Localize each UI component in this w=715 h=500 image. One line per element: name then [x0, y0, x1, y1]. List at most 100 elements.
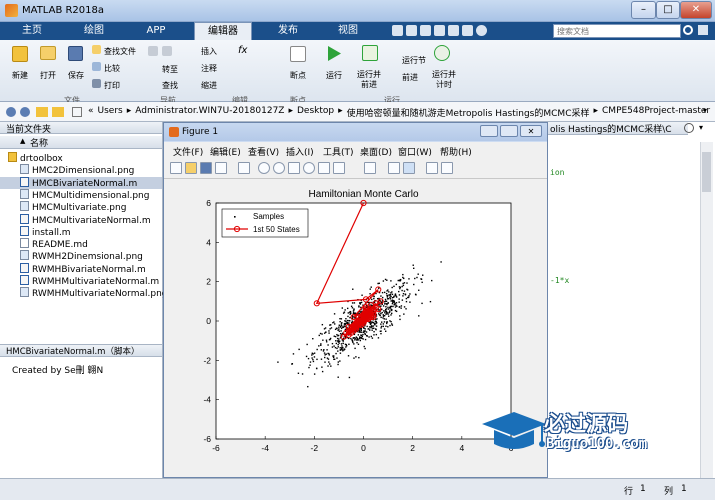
file-list-item[interactable]: HMCBivariateNormal.m	[0, 176, 162, 190]
editor-help-icon[interactable]	[684, 123, 694, 133]
comment-button[interactable]: 注释	[201, 63, 217, 74]
menu-help[interactable]: 帮助(H)	[440, 145, 472, 158]
forward-icon[interactable]	[162, 46, 172, 56]
nav-back-icon[interactable]	[6, 107, 16, 117]
find-button[interactable]: 查找	[162, 80, 178, 91]
copy-icon[interactable]	[420, 25, 431, 36]
fx-icon[interactable]: fx	[238, 45, 247, 56]
breadcrumb-admin[interactable]: Administrator.WIN7U-20180127Z	[135, 106, 284, 119]
save-button[interactable]: 保存	[68, 70, 84, 81]
advance-button[interactable]: 前进	[402, 72, 418, 83]
cut-icon[interactable]	[406, 25, 417, 36]
run-button[interactable]: 运行	[326, 70, 342, 81]
figure-minimize-button[interactable]	[480, 125, 498, 137]
address-dropdown-icon[interactable]: ▾	[703, 106, 707, 115]
run-time-icon[interactable]	[434, 45, 450, 61]
hide-plot-tools-icon[interactable]	[426, 162, 438, 174]
zoom-out-icon[interactable]	[273, 162, 285, 174]
file-list-item[interactable]: HMCMultidimensional.png	[8, 188, 149, 202]
file-list-item[interactable]: drtoolbox	[8, 152, 63, 165]
open-folder-icon[interactable]	[40, 46, 56, 60]
run-time-button[interactable]: 运行并计时	[430, 70, 458, 90]
save-figure-icon[interactable]	[200, 162, 212, 174]
pan-icon[interactable]	[288, 162, 300, 174]
maximize-button[interactable]: □	[656, 1, 680, 19]
insert-button[interactable]: 插入	[201, 46, 217, 57]
open-button[interactable]: 打开	[40, 70, 56, 81]
print-button[interactable]: 打印	[104, 80, 120, 91]
menu-desktop[interactable]: 桌面(D)	[360, 145, 392, 158]
file-list-item[interactable]: install.m	[8, 225, 71, 239]
browse-folder-icon[interactable]	[52, 107, 64, 117]
indent-button[interactable]: 缩进	[201, 80, 217, 91]
datatip-icon[interactable]	[318, 162, 330, 174]
editor-scroll-thumb[interactable]	[702, 152, 711, 192]
file-list-item[interactable]: HMCMultivariate.png	[8, 201, 126, 214]
run-icon[interactable]	[326, 45, 342, 62]
search-icon[interactable]	[683, 25, 693, 35]
open-file-icon[interactable]	[185, 162, 197, 174]
brush-icon[interactable]	[333, 162, 345, 174]
menu-insert[interactable]: 插入(I)	[286, 145, 314, 158]
breadcrumb-project[interactable]: 使用哈密顿量和随机游走Metropolis Hastings的MCMC采样	[347, 106, 590, 119]
breadcrumb[interactable]: « Users ▸ Administrator.WIN7U-20180127Z …	[88, 106, 710, 119]
breakpoints-icon[interactable]	[290, 46, 306, 62]
new-icon[interactable]	[12, 46, 28, 62]
menu-window[interactable]: 窗口(W)	[398, 145, 432, 158]
menu-tools[interactable]: 工具(T)	[323, 145, 354, 158]
editor-scrollbar[interactable]	[700, 142, 713, 478]
compare-button[interactable]: 比较	[104, 63, 120, 74]
file-list-item[interactable]: RWMH2Dinemsional.png	[8, 250, 143, 263]
nav-forward-icon[interactable]	[20, 107, 30, 117]
editor-menu-icon[interactable]: ▾	[699, 123, 703, 132]
minimize-button[interactable]: –	[631, 1, 656, 19]
tab-view[interactable]: 视图	[322, 22, 374, 40]
colorbar-icon[interactable]	[388, 162, 400, 174]
run-advance-icon[interactable]	[362, 45, 378, 61]
legend-icon[interactable]	[403, 162, 415, 174]
tab-publish[interactable]: 发布	[262, 22, 314, 40]
file-list-item[interactable]: README.md	[8, 238, 88, 251]
tab-home[interactable]: 主页	[8, 22, 56, 40]
file-list-item[interactable]: HMCMultivariateNormal.m	[8, 213, 151, 227]
name-column-header[interactable]: ▲ 名称	[0, 136, 162, 149]
menu-file[interactable]: 文件(F)	[173, 145, 203, 158]
new-figure-icon[interactable]	[170, 162, 182, 174]
figure-maximize-button[interactable]	[500, 125, 518, 137]
root-icon[interactable]	[72, 107, 82, 117]
menu-edit[interactable]: 编辑(E)	[210, 145, 241, 158]
tab-plots[interactable]: 绘图	[70, 22, 118, 40]
figure-close-button[interactable]: ✕	[520, 125, 542, 137]
rotate-icon[interactable]	[303, 162, 315, 174]
file-list-item[interactable]: RWMHMultivariateNormal.png	[8, 287, 168, 300]
show-plot-tools-icon[interactable]	[441, 162, 453, 174]
redo-icon[interactable]	[462, 25, 473, 36]
run-advance-button[interactable]: 运行并前进	[355, 70, 383, 90]
breadcrumb-desktop[interactable]: Desktop	[297, 106, 334, 119]
up-folder-icon[interactable]	[36, 107, 48, 117]
breadcrumb-users[interactable]: Users	[98, 106, 123, 119]
file-list-item[interactable]: RWMHBivariateNormal.m	[8, 262, 146, 276]
filter-icon[interactable]	[698, 25, 708, 35]
close-button[interactable]: ✕	[680, 1, 712, 19]
save-icon[interactable]	[392, 25, 403, 36]
code-line[interactable]: ion	[550, 168, 564, 177]
breadcrumb-master[interactable]: CMPE548Project-master	[602, 106, 710, 119]
save-disk-icon[interactable]	[68, 46, 83, 61]
file-list-item[interactable]: RWMHMultivariateNormal.m	[8, 275, 159, 288]
menu-view[interactable]: 查看(V)	[248, 145, 279, 158]
zoom-in-icon[interactable]	[258, 162, 270, 174]
link-icon[interactable]	[364, 162, 376, 174]
find-files-button[interactable]: 查找文件	[104, 46, 136, 57]
editor-tab[interactable]: olis Hastings的MCMC采样\C	[548, 122, 688, 135]
select-arrow-icon[interactable]	[238, 162, 250, 174]
search-input[interactable]	[553, 24, 681, 38]
help-icon[interactable]	[476, 25, 487, 36]
breadcrumb-overflow[interactable]: «	[88, 106, 94, 119]
run-section-button[interactable]: 运行节	[402, 55, 426, 66]
tab-apps[interactable]: APP	[132, 22, 180, 40]
undo-icon[interactable]	[448, 25, 459, 36]
paste-icon[interactable]	[434, 25, 445, 36]
tab-editor[interactable]: 编辑器	[194, 22, 252, 40]
back-icon[interactable]	[148, 46, 158, 56]
